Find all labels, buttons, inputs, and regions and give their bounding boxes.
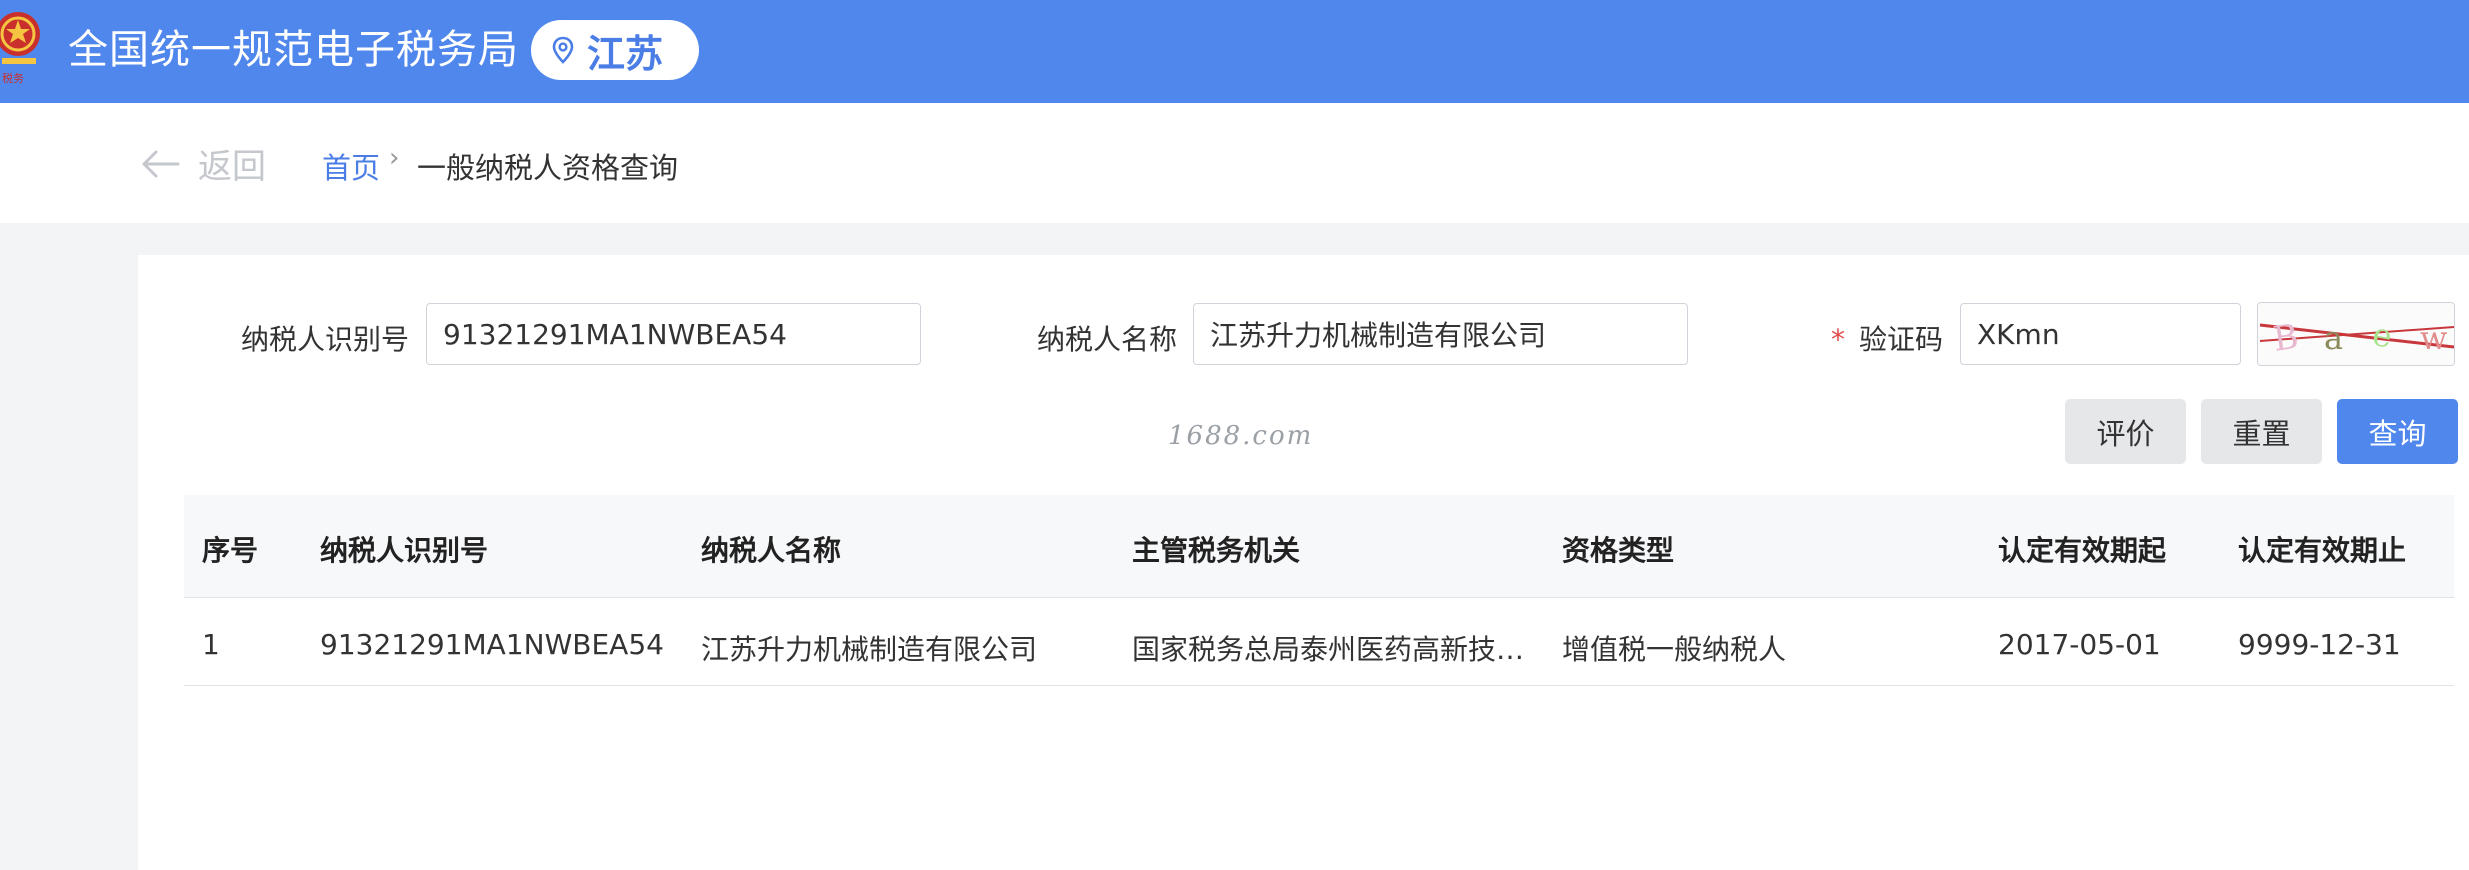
required-marker: *	[1831, 323, 1845, 356]
region-selector[interactable]: 江苏	[531, 20, 699, 80]
query-card: 纳税人识别号 纳税人名称 * 验证码 B a e w 1688.com 评价 重置…	[138, 255, 2469, 870]
breadcrumb-separator: ›	[389, 143, 400, 173]
site-title: 全国统一规范电子税务局	[68, 27, 519, 73]
query-button[interactable]: 查询	[2337, 399, 2458, 464]
captcha-label: * 验证码	[1831, 318, 1943, 358]
cell-valid-from: 2017-05-01	[1998, 628, 2161, 661]
table-row[interactable]: 1 91321291MA1NWBEA54 江苏升力机械制造有限公司 国家税务总局…	[184, 598, 2454, 686]
column-header-taxpayer-name: 纳税人名称	[701, 534, 842, 567]
evaluate-button[interactable]: 评价	[2065, 399, 2186, 464]
cell-taxpayer-id: 91321291MA1NWBEA54	[320, 628, 664, 661]
results-table: 序号 纳税人识别号 纳税人名称 主管税务机关 资格类型 认定有效期起 认定有效期…	[184, 495, 2454, 686]
column-header-index: 序号	[202, 534, 259, 567]
taxpayer-name-input[interactable]	[1193, 303, 1688, 365]
top-header: 税务 全国统一规范电子税务局 江苏	[0, 0, 2469, 103]
column-header-valid-to: 认定有效期止	[2238, 534, 2407, 567]
captcha-input[interactable]	[1960, 303, 2241, 365]
svg-text:w: w	[2420, 319, 2447, 357]
taxpayer-id-input[interactable]	[426, 303, 921, 365]
column-header-valid-from: 认定有效期起	[1998, 534, 2167, 567]
captcha-label-text: 验证码	[1859, 323, 1944, 356]
taxpayer-name-label: 纳税人名称	[1037, 323, 1178, 356]
column-header-taxpayer-id: 纳税人识别号	[320, 534, 489, 567]
cell-index: 1	[202, 628, 220, 661]
arrow-left-icon	[142, 150, 180, 177]
region-label: 江苏	[587, 31, 664, 76]
breadcrumb-home-link[interactable]: 首页	[322, 145, 380, 187]
watermark-text: 1688.com	[1168, 421, 1314, 451]
svg-text:B: B	[2271, 317, 2301, 360]
captcha-glyphs-icon: B a e w	[2259, 315, 2454, 360]
cell-tax-authority: 国家税务总局泰州医药高新技…	[1132, 633, 1525, 666]
table-header: 序号 纳税人识别号 纳税人名称 主管税务机关 资格类型 认定有效期起 认定有效期…	[184, 495, 2454, 598]
location-pin-icon	[552, 36, 574, 64]
back-button[interactable]: 返回	[140, 139, 266, 188]
svg-text:税务: 税务	[2, 71, 24, 85]
captcha-image[interactable]: B a e w	[2257, 302, 2455, 366]
cell-taxpayer-name: 江苏升力机械制造有限公司	[701, 633, 1038, 666]
svg-text:a: a	[2324, 319, 2343, 357]
reset-button[interactable]: 重置	[2201, 399, 2322, 464]
national-emblem-icon: 税务	[0, 12, 40, 85]
svg-text:e: e	[2370, 315, 2395, 356]
cell-valid-to: 9999-12-31	[2238, 628, 2401, 661]
back-label: 返回	[198, 147, 266, 187]
taxpayer-id-label: 纳税人识别号	[241, 323, 410, 356]
column-header-qualification-type: 资格类型	[1562, 534, 1675, 567]
breadcrumb-bar: 返回 首页 › 一般纳税人资格查询	[0, 103, 2469, 223]
cell-qualification-type: 增值税一般纳税人	[1562, 633, 1787, 666]
breadcrumb-current-page: 一般纳税人资格查询	[417, 151, 679, 185]
column-header-tax-authority: 主管税务机关	[1132, 534, 1301, 567]
